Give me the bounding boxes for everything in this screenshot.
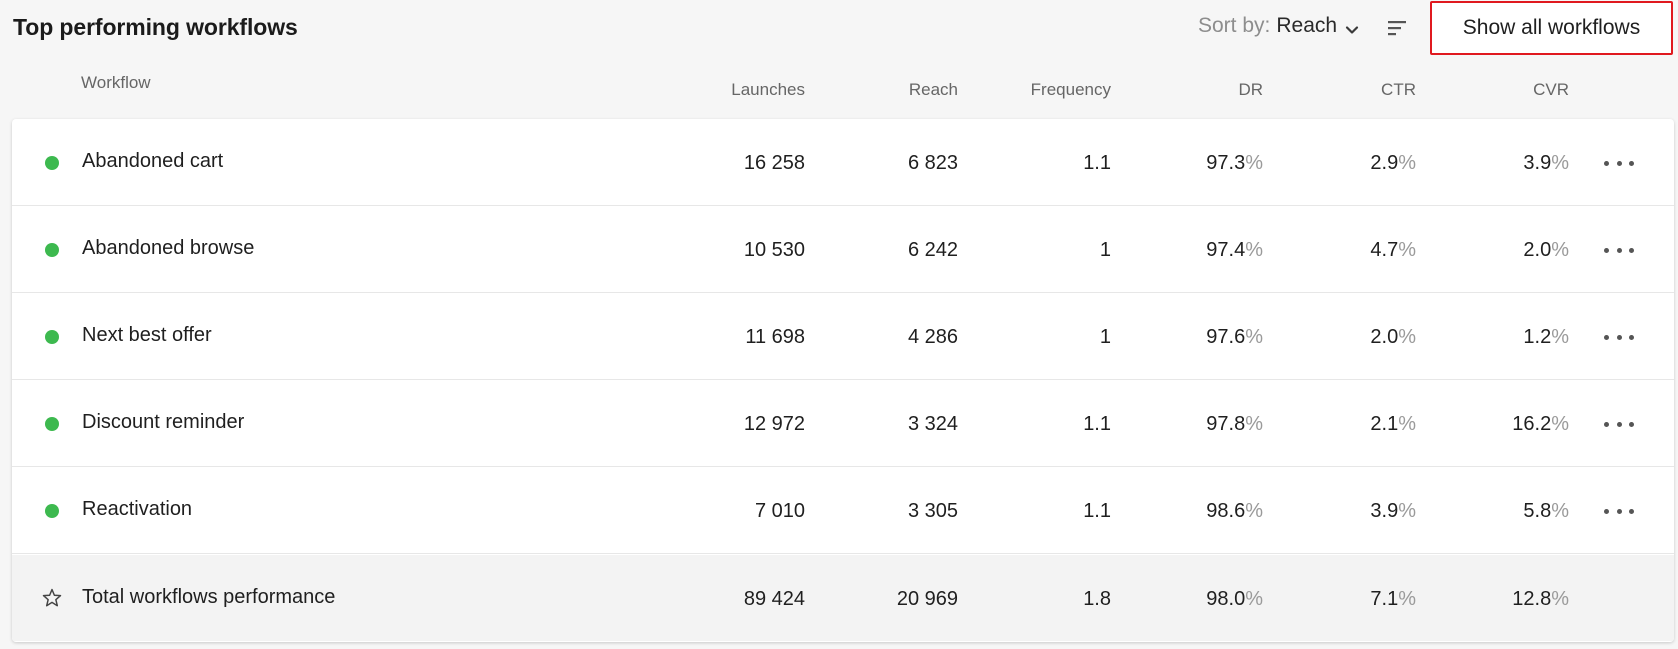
reach-value: 6 823 [907, 152, 958, 174]
reach-value: 6 242 [907, 239, 958, 261]
ctr-value: 2.9% [1370, 152, 1416, 174]
cvr-value: 1.2% [1523, 326, 1569, 348]
cvr-value: 2.0% [1523, 239, 1569, 261]
workflows-table: Abandoned cart 16 258 6 823 1.1 97.3% 2.… [12, 119, 1674, 642]
frequency-value: 1.1 [1083, 413, 1111, 435]
ctr-value: 4.7% [1370, 239, 1416, 261]
dr-value: 97.8% [1206, 413, 1263, 435]
frequency-value: 1.1 [1083, 152, 1111, 174]
workflow-name: Reactivation [82, 498, 193, 520]
workflow-name: Abandoned cart [82, 150, 224, 172]
column-header-cvr[interactable]: CVR [1410, 80, 1569, 100]
launches-value: 16 258 [743, 152, 805, 174]
total-row: Total workflows performance 89 424 20 96… [12, 555, 1674, 641]
column-header-launches[interactable]: Launches [660, 80, 805, 100]
table-row[interactable]: Discount reminder 12 972 3 324 1.1 97.8%… [12, 380, 1674, 467]
launches-value: 12 972 [743, 413, 805, 435]
more-horizontal-icon[interactable] [1604, 243, 1634, 257]
dr-value: 97.4% [1206, 239, 1263, 261]
reach-value: 4 286 [907, 326, 958, 348]
status-active-dot [45, 417, 59, 431]
frequency-value: 1.1 [1083, 500, 1111, 522]
total-launches-value: 89 424 [743, 588, 805, 610]
launches-value: 11 698 [745, 326, 805, 348]
column-header-reach[interactable]: Reach [810, 80, 958, 100]
chevron-down-icon [1345, 19, 1359, 34]
ctr-value: 2.0% [1370, 326, 1416, 348]
column-header-dr[interactable]: DR [1110, 80, 1263, 100]
status-active-dot [45, 243, 59, 257]
reach-value: 3 324 [907, 413, 958, 435]
table-row[interactable]: Abandoned cart 16 258 6 823 1.1 97.3% 2.… [12, 119, 1674, 206]
workflow-name: Next best offer [82, 324, 212, 346]
ctr-value: 3.9% [1370, 500, 1416, 522]
total-reach-value: 20 969 [896, 588, 958, 610]
status-active-dot [45, 156, 59, 170]
workflow-name: Discount reminder [82, 411, 245, 433]
more-horizontal-icon[interactable] [1604, 417, 1634, 431]
sort-label: Sort by: [1198, 14, 1271, 37]
frequency-value: 1 [1099, 239, 1111, 261]
dr-value: 97.3% [1206, 152, 1263, 174]
dr-value: 98.6% [1206, 500, 1263, 522]
column-header-ctr[interactable]: CTR [1260, 80, 1416, 100]
ctr-value: 2.1% [1370, 413, 1416, 435]
header: Top performing workflows Sort by: Reach … [0, 0, 1678, 56]
table-row[interactable]: Abandoned browse 10 530 6 242 1 97.4% 4.… [12, 206, 1674, 293]
launches-value: 10 530 [743, 239, 805, 261]
total-label: Total workflows performance [82, 586, 336, 608]
dr-value: 97.6% [1206, 326, 1263, 348]
sort-dropdown[interactable]: Sort by: Reach [1198, 14, 1359, 38]
cvr-value: 3.9% [1523, 152, 1569, 174]
cvr-value: 5.8% [1523, 500, 1569, 522]
more-horizontal-icon[interactable] [1604, 156, 1634, 170]
column-header-frequency[interactable]: Frequency [960, 80, 1111, 100]
section-title: Top performing workflows [13, 14, 298, 40]
frequency-value: 1 [1099, 326, 1111, 348]
total-ctr-value: 7.1% [1370, 588, 1416, 610]
total-cvr-value: 12.8% [1512, 588, 1569, 610]
total-frequency-value: 1.8 [1083, 588, 1111, 610]
reach-value: 3 305 [907, 500, 958, 522]
table-row[interactable]: Reactivation 7 010 3 305 1.1 98.6% 3.9% … [12, 467, 1674, 554]
launches-value: 7 010 [754, 500, 805, 522]
sort-order-icon[interactable] [1385, 16, 1409, 40]
status-active-dot [45, 504, 59, 518]
cvr-value: 16.2% [1512, 413, 1569, 435]
show-all-workflows-button[interactable]: Show all workflows [1430, 1, 1673, 55]
table-row[interactable]: Next best offer 11 698 4 286 1 97.6% 2.0… [12, 293, 1674, 380]
column-header-workflow[interactable]: Workflow [81, 73, 151, 93]
star-outline-icon [41, 587, 63, 609]
workflow-name: Abandoned browse [82, 237, 255, 259]
more-horizontal-icon[interactable] [1604, 504, 1634, 518]
more-horizontal-icon[interactable] [1604, 330, 1634, 344]
status-active-dot [45, 330, 59, 344]
sort-value: Reach [1276, 14, 1338, 37]
total-dr-value: 98.0% [1206, 588, 1263, 610]
